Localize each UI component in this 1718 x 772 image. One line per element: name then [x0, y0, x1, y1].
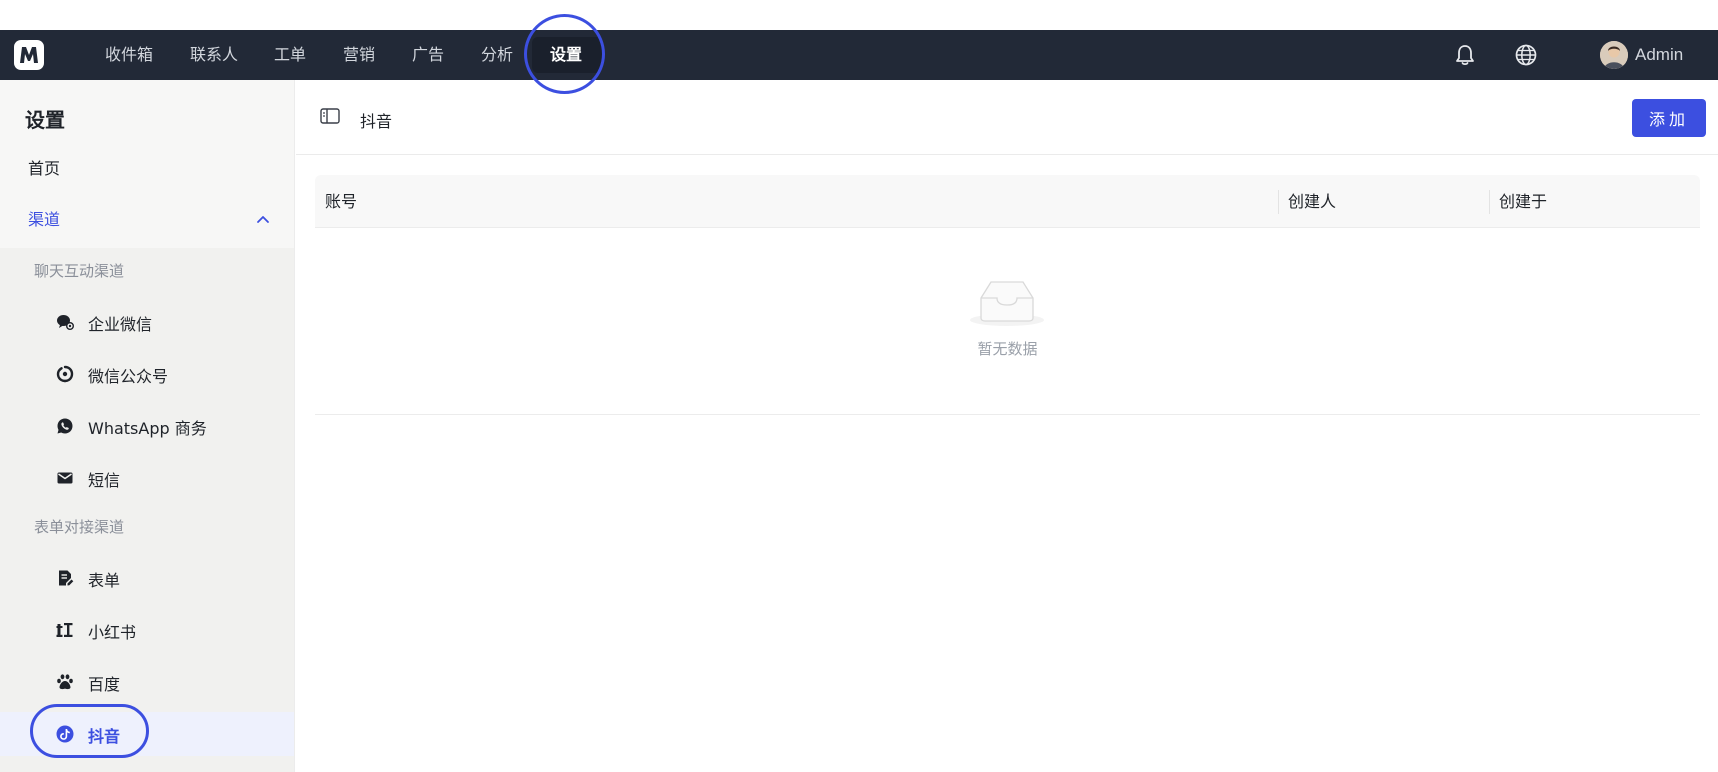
sidebar-item-label: 百度: [88, 675, 121, 694]
sidebar-item-baidu[interactable]: 百度: [0, 660, 294, 704]
group-label-forms: 表单对接渠道: [34, 518, 125, 536]
bell-icon[interactable]: [1452, 42, 1478, 68]
wecom-icon: [57, 315, 74, 330]
sidebar-item-sms[interactable]: 短信: [0, 456, 294, 500]
add-button[interactable]: 添加: [1632, 99, 1706, 137]
column-header-created-at[interactable]: 创建于: [1499, 175, 1547, 228]
wechat-official-icon: [56, 365, 74, 383]
nav-marketing[interactable]: 营销: [343, 30, 375, 80]
nav-analytics[interactable]: 分析: [481, 30, 513, 80]
avatar: [1600, 41, 1628, 69]
baidu-icon: [57, 674, 73, 690]
nav-settings[interactable]: 设置: [550, 30, 582, 80]
sidebar-title: 设置: [25, 108, 65, 132]
nav-tickets[interactable]: 工单: [274, 30, 306, 80]
sidebar-item-label: WhatsApp 商务: [88, 419, 207, 438]
sidebar-item-label: 企业微信: [88, 315, 153, 334]
table-header: 账号 创建人 创建于: [315, 175, 1700, 228]
sidebar-item-whatsapp[interactable]: WhatsApp 商务: [0, 404, 294, 448]
sidebar-item-label: 抖音: [88, 727, 121, 746]
douyin-icon: [56, 725, 74, 743]
nav-ads[interactable]: 广告: [412, 30, 444, 80]
sidebar-item-label: 短信: [88, 471, 121, 490]
user-menu[interactable]: Admin: [1600, 40, 1683, 70]
sidebar-item-form[interactable]: 表单: [0, 556, 294, 600]
top-navbar: 收件箱 联系人 工单 营销 广告 分析 设置 Admin: [0, 30, 1718, 80]
globe-icon[interactable]: [1513, 42, 1539, 68]
group-label-chat: 聊天互动渠道: [34, 262, 125, 280]
sidebar-item-label: 表单: [88, 571, 121, 590]
column-divider: [1489, 190, 1490, 214]
chevron-up-icon: [257, 216, 269, 223]
sidebar-item-wecom[interactable]: 企业微信: [0, 300, 294, 344]
sidebar-item-label: 首页: [28, 159, 61, 178]
sms-icon: [57, 472, 73, 484]
xiaohongshu-icon: [56, 623, 73, 637]
user-name: Admin: [1635, 45, 1684, 64]
sidebar-item-label: 微信公众号: [88, 367, 169, 386]
sidebar-item-home[interactable]: 首页: [0, 149, 294, 189]
sidebar-item-xiaohongshu[interactable]: 小红书: [0, 608, 294, 652]
app-logo[interactable]: [14, 40, 44, 70]
sidebar-item-douyin[interactable]: 抖音: [0, 712, 294, 756]
form-icon: [59, 570, 74, 586]
table-body: 暂无数据: [315, 228, 1700, 415]
sidebar-item-wechat-official[interactable]: 微信公众号: [0, 352, 294, 396]
empty-state-text: 暂无数据: [977, 340, 1038, 358]
accounts-table: 账号 创建人 创建于 暂无数据: [315, 175, 1700, 415]
empty-inbox-icon: [970, 281, 1044, 326]
sidebar-toggle-icon[interactable]: [320, 108, 340, 124]
nav-contacts[interactable]: 联系人: [190, 30, 238, 80]
whatsapp-icon: [57, 418, 73, 434]
settings-sidebar: 设置 首页 渠道 聊天互动渠道 企业微信 微信公众号 WhatsApp 商务 短…: [0, 80, 295, 772]
column-header-account[interactable]: 账号: [325, 175, 357, 228]
column-header-creator[interactable]: 创建人: [1288, 175, 1336, 228]
content-header: 抖音 添加: [296, 80, 1718, 155]
sidebar-item-channels[interactable]: 渠道: [0, 200, 294, 240]
nav-inbox[interactable]: 收件箱: [105, 30, 153, 80]
column-divider: [1278, 190, 1279, 214]
sidebar-item-label: 小红书: [88, 623, 137, 642]
sidebar-item-label: 渠道: [28, 210, 61, 229]
page-title: 抖音: [360, 112, 393, 131]
main-content: 抖音 添加 账号 创建人 创建于 暂无数据: [296, 80, 1718, 772]
